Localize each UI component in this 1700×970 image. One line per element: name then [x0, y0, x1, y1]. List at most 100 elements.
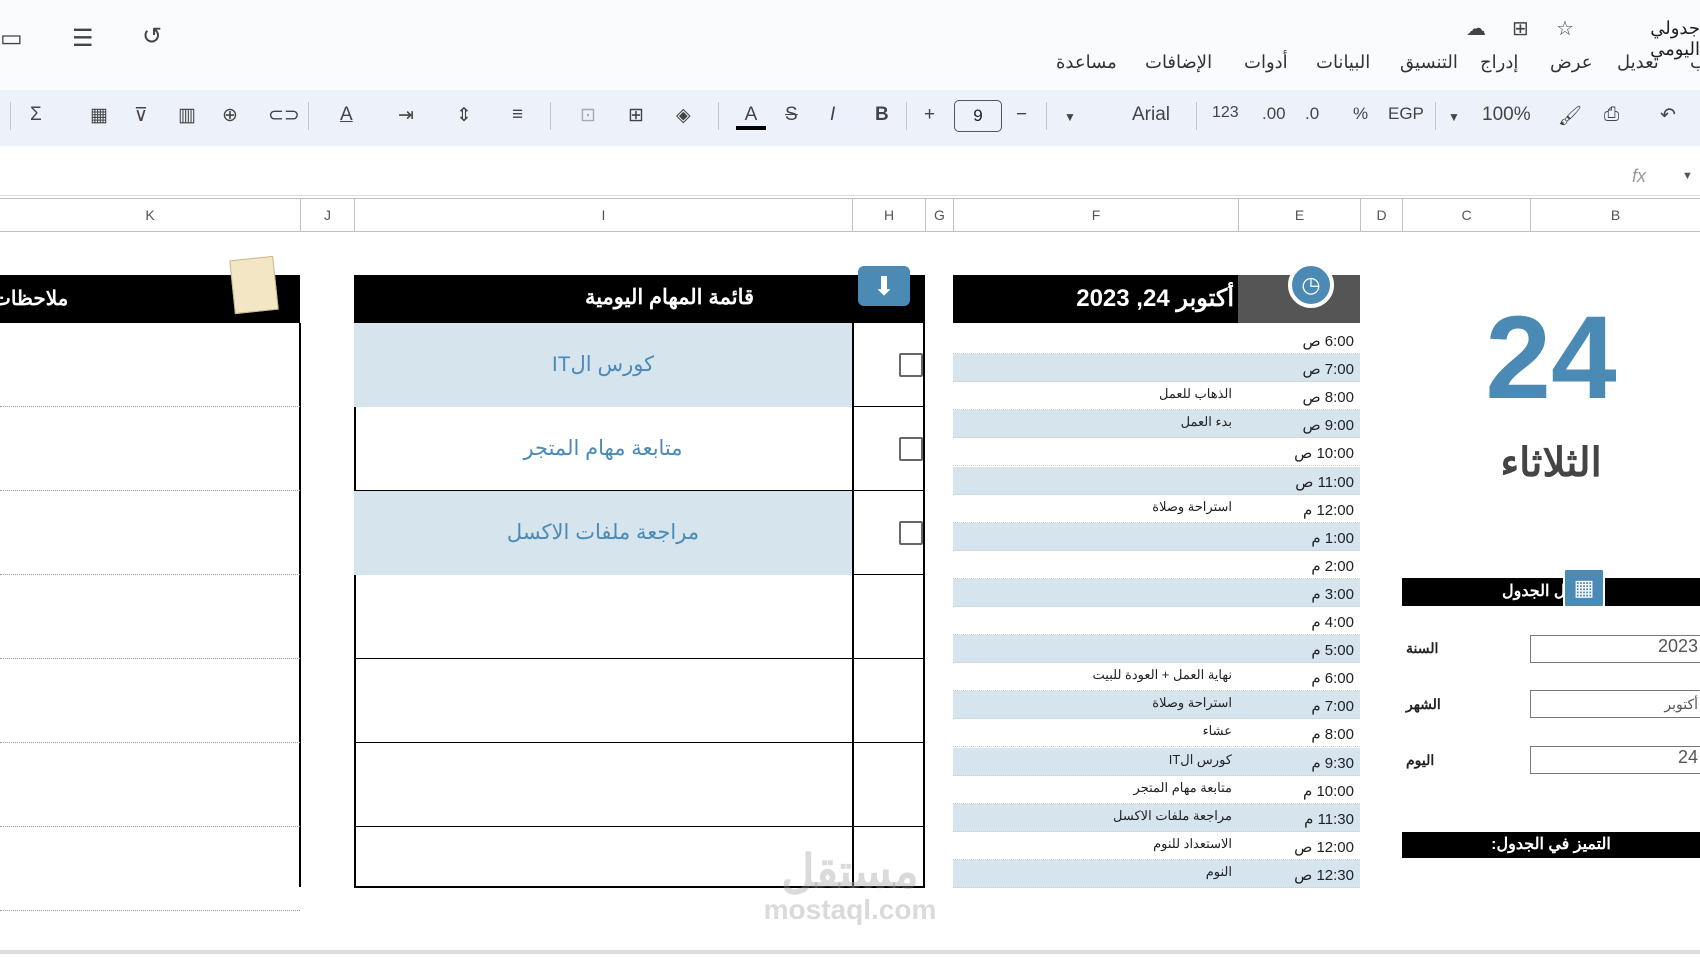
task-text[interactable]: [354, 743, 852, 827]
schedule-row[interactable]: 10:00 ص: [953, 438, 1360, 467]
schedule-settings-label: ل الجدول: [1502, 583, 1566, 600]
borders-icon[interactable]: ⊞: [628, 104, 644, 127]
increase-font-size-icon[interactable]: +: [924, 104, 935, 126]
schedule-row[interactable]: 4:00 م: [953, 607, 1360, 635]
schedule-row[interactable]: 6:00 ص: [953, 326, 1360, 354]
menu-tools[interactable]: أدوات: [1244, 52, 1288, 73]
column-header-d[interactable]: D: [1360, 199, 1402, 232]
column-header-c[interactable]: C: [1402, 199, 1530, 232]
decrease-decimal-button[interactable]: .0: [1305, 104, 1319, 124]
column-header-h[interactable]: H: [852, 199, 925, 232]
expand-formula-icon[interactable]: ▼: [1682, 170, 1693, 182]
sum-icon[interactable]: Σ: [30, 104, 42, 126]
column-header-j[interactable]: J: [300, 199, 354, 232]
menu-format[interactable]: التنسيق: [1400, 52, 1458, 73]
filter-icon[interactable]: ⊽: [134, 104, 148, 127]
functions-table-icon[interactable]: ▦: [90, 104, 108, 127]
task-checkbox[interactable]: [899, 437, 923, 461]
comment-icon[interactable]: ☰: [72, 24, 94, 53]
menu-help[interactable]: مساعدة: [1056, 52, 1117, 73]
schedule-row[interactable]: 9:00 ص بدء العمل: [953, 410, 1360, 439]
formula-bar[interactable]: [0, 156, 1700, 196]
schedule-row[interactable]: 5:00 م: [953, 635, 1360, 664]
schedule-row[interactable]: 12:00 ص الاستعداد للنوم: [953, 832, 1360, 860]
vertical-align-icon[interactable]: ⇕: [456, 104, 472, 127]
schedule-row[interactable]: 7:00 م استراحة وصلاة: [953, 691, 1360, 720]
schedule-row[interactable]: 8:00 ص الذهاب للعمل: [953, 382, 1360, 411]
zoom-select[interactable]: 100%: [1482, 104, 1531, 126]
percent-button[interactable]: %: [1353, 104, 1368, 124]
fill-color-icon[interactable]: ◈: [676, 104, 691, 127]
menu-view[interactable]: عرض: [1550, 52, 1592, 73]
schedule-row[interactable]: 3:00 م: [953, 578, 1360, 607]
align-icon[interactable]: ≡: [512, 104, 523, 126]
menu-data[interactable]: البيانات: [1316, 52, 1370, 73]
schedule-row[interactable]: 10:00 م متابعة مهام المتجر: [953, 776, 1360, 804]
cloud-saved-icon[interactable]: ☁: [1466, 16, 1486, 41]
note-row[interactable]: [0, 407, 300, 491]
note-row[interactable]: [0, 575, 300, 659]
note-row[interactable]: [0, 323, 300, 407]
month-input[interactable]: أكتوبر: [1530, 690, 1700, 718]
merge-cells-icon[interactable]: ⊡: [580, 104, 596, 127]
menu-insert[interactable]: إدراج: [1480, 52, 1518, 73]
note-row[interactable]: [0, 491, 300, 575]
history-icon[interactable]: ↺: [142, 22, 162, 51]
schedule-row[interactable]: 6:00 م نهاية العمل + العودة للبيت: [953, 663, 1360, 692]
task-text[interactable]: [354, 575, 852, 659]
zoom-dropdown-icon[interactable]: ▼: [1448, 110, 1460, 124]
italic-icon[interactable]: I: [830, 104, 835, 126]
bold-icon[interactable]: B: [875, 104, 889, 126]
schedule-row[interactable]: 7:00 ص: [953, 354, 1360, 383]
note-row[interactable]: [0, 659, 300, 743]
note-row[interactable]: [0, 827, 300, 911]
schedule-row[interactable]: 8:00 م عشاء: [953, 719, 1360, 748]
video-call-icon[interactable]: ▭: [0, 24, 23, 53]
task-text[interactable]: [354, 659, 852, 743]
currency-button[interactable]: EGP: [1388, 104, 1424, 124]
text-color-icon[interactable]: A: [736, 104, 766, 130]
column-header-f[interactable]: F: [953, 199, 1238, 232]
menu-file[interactable]: ب: [1690, 52, 1700, 73]
text-rotation-icon[interactable]: A: [340, 104, 353, 126]
schedule-row[interactable]: 9:30 م كورس الIT: [953, 747, 1360, 776]
text-wrap-icon[interactable]: ⇥: [398, 104, 414, 127]
schedule-row[interactable]: 11:30 م مراجعة ملفات الاكسل: [953, 803, 1360, 832]
star-icon[interactable]: ☆: [1556, 16, 1574, 41]
link-icon[interactable]: ⊂⊃: [268, 104, 300, 127]
decrease-font-size-icon[interactable]: −: [1016, 104, 1027, 126]
column-header-b[interactable]: B: [1530, 199, 1700, 232]
task-checkbox[interactable]: [899, 353, 923, 377]
comment-add-icon[interactable]: ⊕: [222, 104, 238, 127]
column-header-e[interactable]: E: [1238, 199, 1360, 232]
menu-edit[interactable]: تعديل: [1617, 52, 1659, 73]
horizontal-scrollbar[interactable]: [0, 950, 1700, 954]
column-header-g[interactable]: G: [925, 199, 953, 232]
task-checkbox[interactable]: [899, 521, 923, 545]
strikethrough-icon[interactable]: S: [785, 104, 798, 126]
task-text[interactable]: متابعة مهام المتجر: [354, 407, 852, 491]
undo-icon[interactable]: ↶: [1660, 104, 1676, 127]
more-formats-button[interactable]: 123: [1212, 104, 1239, 122]
move-folder-icon[interactable]: ⊞: [1512, 16, 1529, 41]
task-text[interactable]: كورس الIT: [354, 323, 852, 407]
chart-icon[interactable]: ▥: [178, 104, 196, 127]
column-header-k[interactable]: K: [0, 199, 300, 232]
task-text[interactable]: مراجعة ملفات الاكسل: [354, 491, 852, 575]
paint-format-icon[interactable]: 🖌: [1558, 104, 1582, 128]
schedule-row[interactable]: 12:00 م استراحة وصلاة: [953, 495, 1360, 523]
increase-decimal-button[interactable]: .00: [1262, 104, 1286, 124]
schedule-row[interactable]: 2:00 م: [953, 551, 1360, 579]
schedule-row[interactable]: 1:00 م: [953, 522, 1360, 551]
column-header-i[interactable]: I: [354, 199, 852, 232]
menu-extensions[interactable]: الإضافات: [1145, 52, 1212, 73]
print-icon[interactable]: ⎙: [1604, 104, 1619, 126]
note-row[interactable]: [0, 743, 300, 827]
schedule-row[interactable]: 11:00 ص: [953, 466, 1360, 495]
style-dropdown-icon[interactable]: ▼: [1064, 110, 1076, 124]
schedule-row[interactable]: 12:30 ص النوم: [953, 859, 1360, 888]
year-input[interactable]: 2023: [1530, 635, 1700, 663]
font-select[interactable]: Arial: [1132, 104, 1170, 126]
font-size-input[interactable]: 9: [954, 100, 1002, 132]
day-input[interactable]: 24: [1530, 746, 1700, 774]
